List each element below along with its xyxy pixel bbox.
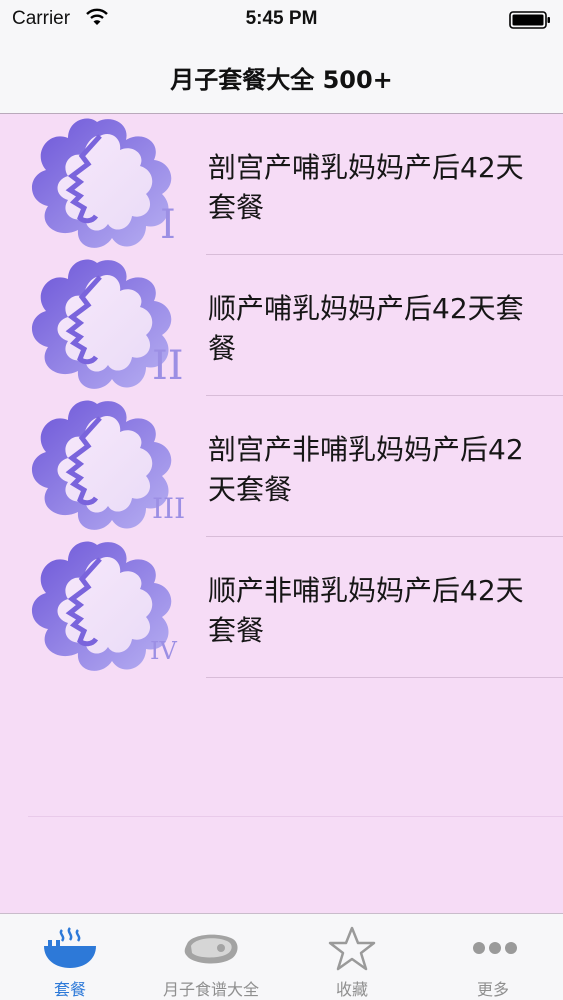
- status-time: 5:45 PM: [245, 8, 318, 29]
- meat-icon: [184, 934, 238, 964]
- empty-row-separator: [28, 816, 563, 817]
- list-item-label: 剖宫产哺乳妈妈产后42天套餐: [208, 151, 524, 224]
- tab-label: 套餐: [53, 980, 86, 999]
- more-icon: [473, 942, 517, 954]
- list-item[interactable]: IV 顺产非哺乳妈妈产后42天套餐: [0, 537, 563, 678]
- list-item-label: 顺产哺乳妈妈产后42天套餐: [208, 292, 524, 365]
- roman-numeral: II: [152, 343, 184, 389]
- list-item[interactable]: III 剖宫产非哺乳妈妈产后42天套餐: [0, 396, 563, 537]
- list-item-label: 剖宫产非哺乳妈妈产后42天套餐: [208, 433, 524, 506]
- page-title: 月子套餐大全 500+: [170, 66, 393, 94]
- tab-favorites[interactable]: 收藏: [282, 914, 422, 1000]
- navigation-bar: 月子套餐大全 500+: [0, 40, 563, 114]
- list-item[interactable]: II 顺产哺乳妈妈产后42天套餐: [0, 255, 563, 396]
- list-item[interactable]: I 剖宫产哺乳妈妈产后42天套餐: [0, 114, 563, 255]
- tab-meal-plans[interactable]: 套餐: [0, 914, 140, 1000]
- roman-numeral: III: [152, 492, 186, 525]
- bowl-icon: [44, 927, 96, 968]
- tab-label: 月子食谱大全: [162, 980, 259, 999]
- battery-icon: [509, 11, 550, 29]
- roman-numeral: IV: [150, 637, 177, 665]
- meal-plan-list: I 剖宫产哺乳妈妈产后42天套餐 II 顺产哺乳妈妈产后42天套餐 III 剖宫…: [0, 114, 563, 914]
- star-icon: [328, 926, 376, 971]
- tab-label: 收藏: [335, 980, 368, 999]
- list-item-label: 顺产非哺乳妈妈产后42天套餐: [208, 574, 524, 647]
- status-bar: Carrier 5:45 PM: [0, 0, 563, 40]
- tab-recipes[interactable]: 月子食谱大全: [141, 914, 281, 1000]
- tab-bar: 套餐 月子食谱大全 收藏 更多: [0, 913, 563, 1000]
- roman-numeral: I: [160, 202, 176, 248]
- tab-more[interactable]: 更多: [423, 914, 563, 1000]
- tab-label: 更多: [476, 980, 509, 999]
- row-separator: [206, 677, 563, 678]
